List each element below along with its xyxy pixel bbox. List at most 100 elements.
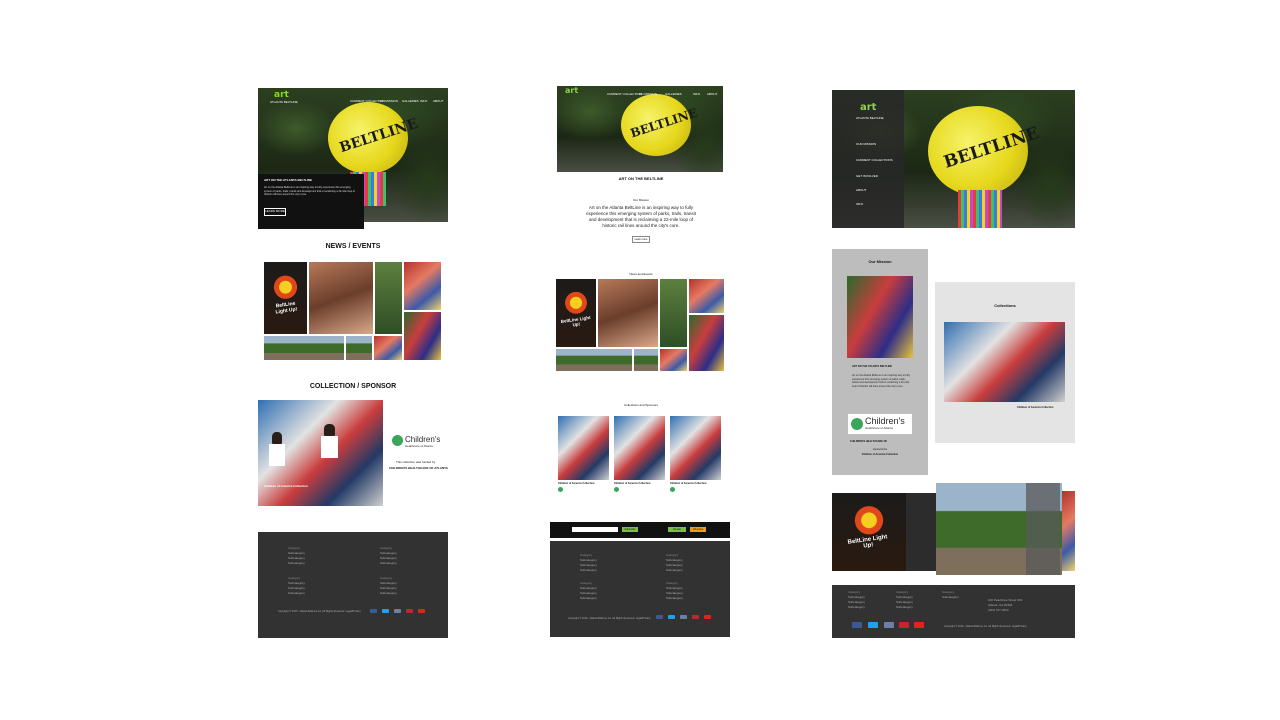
collections-photo[interactable] bbox=[944, 322, 1065, 402]
footer-link[interactable]: Subcategory bbox=[896, 605, 913, 610]
nav-item-mission[interactable]: ON MISSION bbox=[380, 99, 398, 103]
side-nav-item-info[interactable]: INFO bbox=[856, 202, 863, 206]
footer-col-2: Category Subcategory Subcategory Subcate… bbox=[380, 546, 397, 566]
news-photo-bird[interactable]: BeltLine Light Up! bbox=[556, 279, 596, 347]
hero-banner: BELTLINE art ATLANTA BELTLINE OUR MISSIO… bbox=[832, 90, 1075, 228]
news-photo-trees-1[interactable] bbox=[556, 349, 632, 371]
twitter-icon[interactable] bbox=[868, 622, 878, 628]
footer-col-2: Category Subcategory Subcategory Subcate… bbox=[896, 590, 913, 610]
footer-link[interactable]: Subcategory bbox=[580, 596, 597, 601]
nav-item-mission[interactable]: ON MISSION bbox=[639, 92, 657, 96]
footer-link[interactable]: Subcategory bbox=[942, 595, 959, 600]
learn-more-button[interactable]: Learn more bbox=[632, 236, 650, 243]
news-photo-room[interactable] bbox=[598, 279, 658, 347]
side-nav-item-collections[interactable]: CURRENT COLLECTIONS bbox=[856, 158, 893, 162]
youtube-icon[interactable] bbox=[914, 622, 924, 628]
news-photo-dancer[interactable] bbox=[689, 315, 724, 371]
facebook-icon[interactable] bbox=[370, 609, 377, 613]
logo[interactable]: art bbox=[565, 86, 578, 95]
learn-more-button[interactable]: LEARN MORE bbox=[264, 208, 286, 216]
collection-card-1[interactable] bbox=[558, 416, 609, 480]
youtube-icon[interactable] bbox=[704, 615, 711, 619]
footer-col-1: Category Subcategory Subcategory Subcate… bbox=[288, 546, 305, 566]
hero-banner: BELTLINE art CURRENT COLLECTION ON MISSI… bbox=[557, 86, 723, 172]
side-nav-item-get-involved[interactable]: GET INVOLVED bbox=[856, 174, 878, 178]
donate-button[interactable]: Donate bbox=[668, 527, 686, 532]
side-nav-item-mission[interactable]: OUR MISSION bbox=[856, 142, 876, 146]
news-photo-trees-2[interactable] bbox=[634, 349, 658, 371]
mission-heading: Our Mission bbox=[868, 259, 892, 264]
footer-address: 100 Peachtree Street NW Atlanta, GA 3030… bbox=[988, 598, 1022, 613]
gallery-photo-dark[interactable] bbox=[906, 493, 936, 571]
facebook-icon[interactable] bbox=[852, 622, 862, 628]
gallery-photo-bird[interactable]: BeltLine Light Up! bbox=[832, 493, 906, 571]
news-photo-mural[interactable] bbox=[375, 262, 402, 334]
news-photo-bird[interactable]: BeltLine Light Up! bbox=[264, 262, 307, 334]
collection-card-2[interactable] bbox=[614, 416, 665, 480]
sponsor-line: sponsors the bbox=[872, 448, 888, 451]
collection-card-3[interactable] bbox=[670, 416, 721, 480]
footer-link[interactable]: Subcategory bbox=[288, 561, 305, 566]
pinterest-icon[interactable] bbox=[692, 615, 699, 619]
news-photo-room[interactable] bbox=[309, 262, 373, 334]
pinterest-icon[interactable] bbox=[406, 609, 413, 613]
logo[interactable]: art bbox=[860, 102, 876, 113]
footer-link[interactable]: Subcategory bbox=[380, 561, 397, 566]
sponsor-line2: CHILDREN'S HEALTHCARE OF ATLANTA bbox=[389, 466, 448, 470]
sponsor-title: CHILDREN'S HEALTHCARE OF bbox=[850, 440, 888, 443]
footer-link[interactable]: Subcategory bbox=[288, 591, 305, 596]
collections-heading: Collections bbox=[994, 303, 1016, 308]
logo[interactable]: art bbox=[274, 90, 289, 100]
collections-panel: Collections Children of America Collecti… bbox=[935, 282, 1075, 443]
sponsor-logo[interactable]: Children's bbox=[865, 416, 905, 426]
news-photo-people[interactable] bbox=[660, 349, 687, 371]
footer: Category Subcategory Subcategory Subcate… bbox=[550, 541, 730, 637]
card-caption: Children of America Collection bbox=[558, 482, 595, 485]
news-photo-trees-2[interactable] bbox=[346, 336, 372, 360]
footer-link[interactable]: Subcategory bbox=[666, 596, 683, 601]
news-photo-mural[interactable] bbox=[660, 279, 687, 347]
footer-col-4: Category Subcategory Subcategory Subcate… bbox=[666, 581, 683, 601]
nav-item-galleries[interactable]: GALLERIES bbox=[402, 99, 419, 103]
nav-item-current-collection[interactable]: CURRENT COLLECTION bbox=[607, 92, 642, 96]
subscribe-bar: Subscribe Donate Volunteer bbox=[550, 522, 730, 538]
footer-link[interactable]: Subcategory bbox=[666, 568, 683, 573]
news-photo-trees-1[interactable] bbox=[264, 336, 344, 360]
news-photo-dancer[interactable] bbox=[404, 312, 441, 360]
footer-col-4: Category Subcategory Subcategory Subcate… bbox=[380, 576, 397, 596]
footer-link[interactable]: Subcategory bbox=[848, 605, 865, 610]
sponsor-logo-mark bbox=[558, 487, 563, 492]
footer-link[interactable]: Subcategory bbox=[580, 568, 597, 573]
nav-item-info[interactable]: INFO bbox=[420, 99, 427, 103]
youtube-icon[interactable] bbox=[418, 609, 425, 613]
side-nav-item-about[interactable]: ABOUT bbox=[856, 188, 866, 192]
news-photo-red[interactable] bbox=[689, 279, 724, 313]
nav-item-about[interactable]: ABOUT bbox=[433, 99, 443, 103]
subscribe-button[interactable]: Subscribe bbox=[622, 527, 638, 532]
sponsor-logo-mark bbox=[614, 487, 619, 492]
google-plus-icon[interactable] bbox=[394, 609, 401, 613]
footer-link[interactable]: Subcategory bbox=[380, 591, 397, 596]
twitter-icon[interactable] bbox=[668, 615, 675, 619]
footer: Category Subcategory Subcategory Subcate… bbox=[258, 532, 448, 638]
gallery-photo-red[interactable] bbox=[1062, 491, 1075, 571]
news-photo-red[interactable] bbox=[404, 262, 441, 310]
footer-col-1: Category Subcategory Subcategory Subcate… bbox=[848, 590, 865, 610]
nav-item-about[interactable]: ABOUT bbox=[707, 92, 717, 96]
email-input[interactable] bbox=[572, 527, 618, 532]
facebook-icon[interactable] bbox=[656, 615, 663, 619]
sponsor-logo[interactable]: Children's bbox=[405, 435, 440, 444]
bird-sign: BeltLine Light Up! bbox=[560, 314, 591, 328]
nav-item-galleries[interactable]: GALLERIES bbox=[665, 92, 682, 96]
twitter-icon[interactable] bbox=[382, 609, 389, 613]
gallery-overlay bbox=[1026, 483, 1060, 575]
volunteer-button[interactable]: Volunteer bbox=[690, 527, 706, 532]
pinterest-icon[interactable] bbox=[899, 622, 909, 628]
google-plus-icon[interactable] bbox=[680, 615, 687, 619]
google-plus-icon[interactable] bbox=[884, 622, 894, 628]
nav-item-info[interactable]: INFO bbox=[693, 92, 700, 96]
collection-photo[interactable]: Children of America Collection bbox=[258, 400, 383, 506]
news-photo-people[interactable] bbox=[374, 336, 402, 360]
copyright: Copyright © 2015 - Atlanta BeltLine Inc.… bbox=[568, 617, 651, 620]
mission-photo[interactable] bbox=[847, 276, 913, 358]
